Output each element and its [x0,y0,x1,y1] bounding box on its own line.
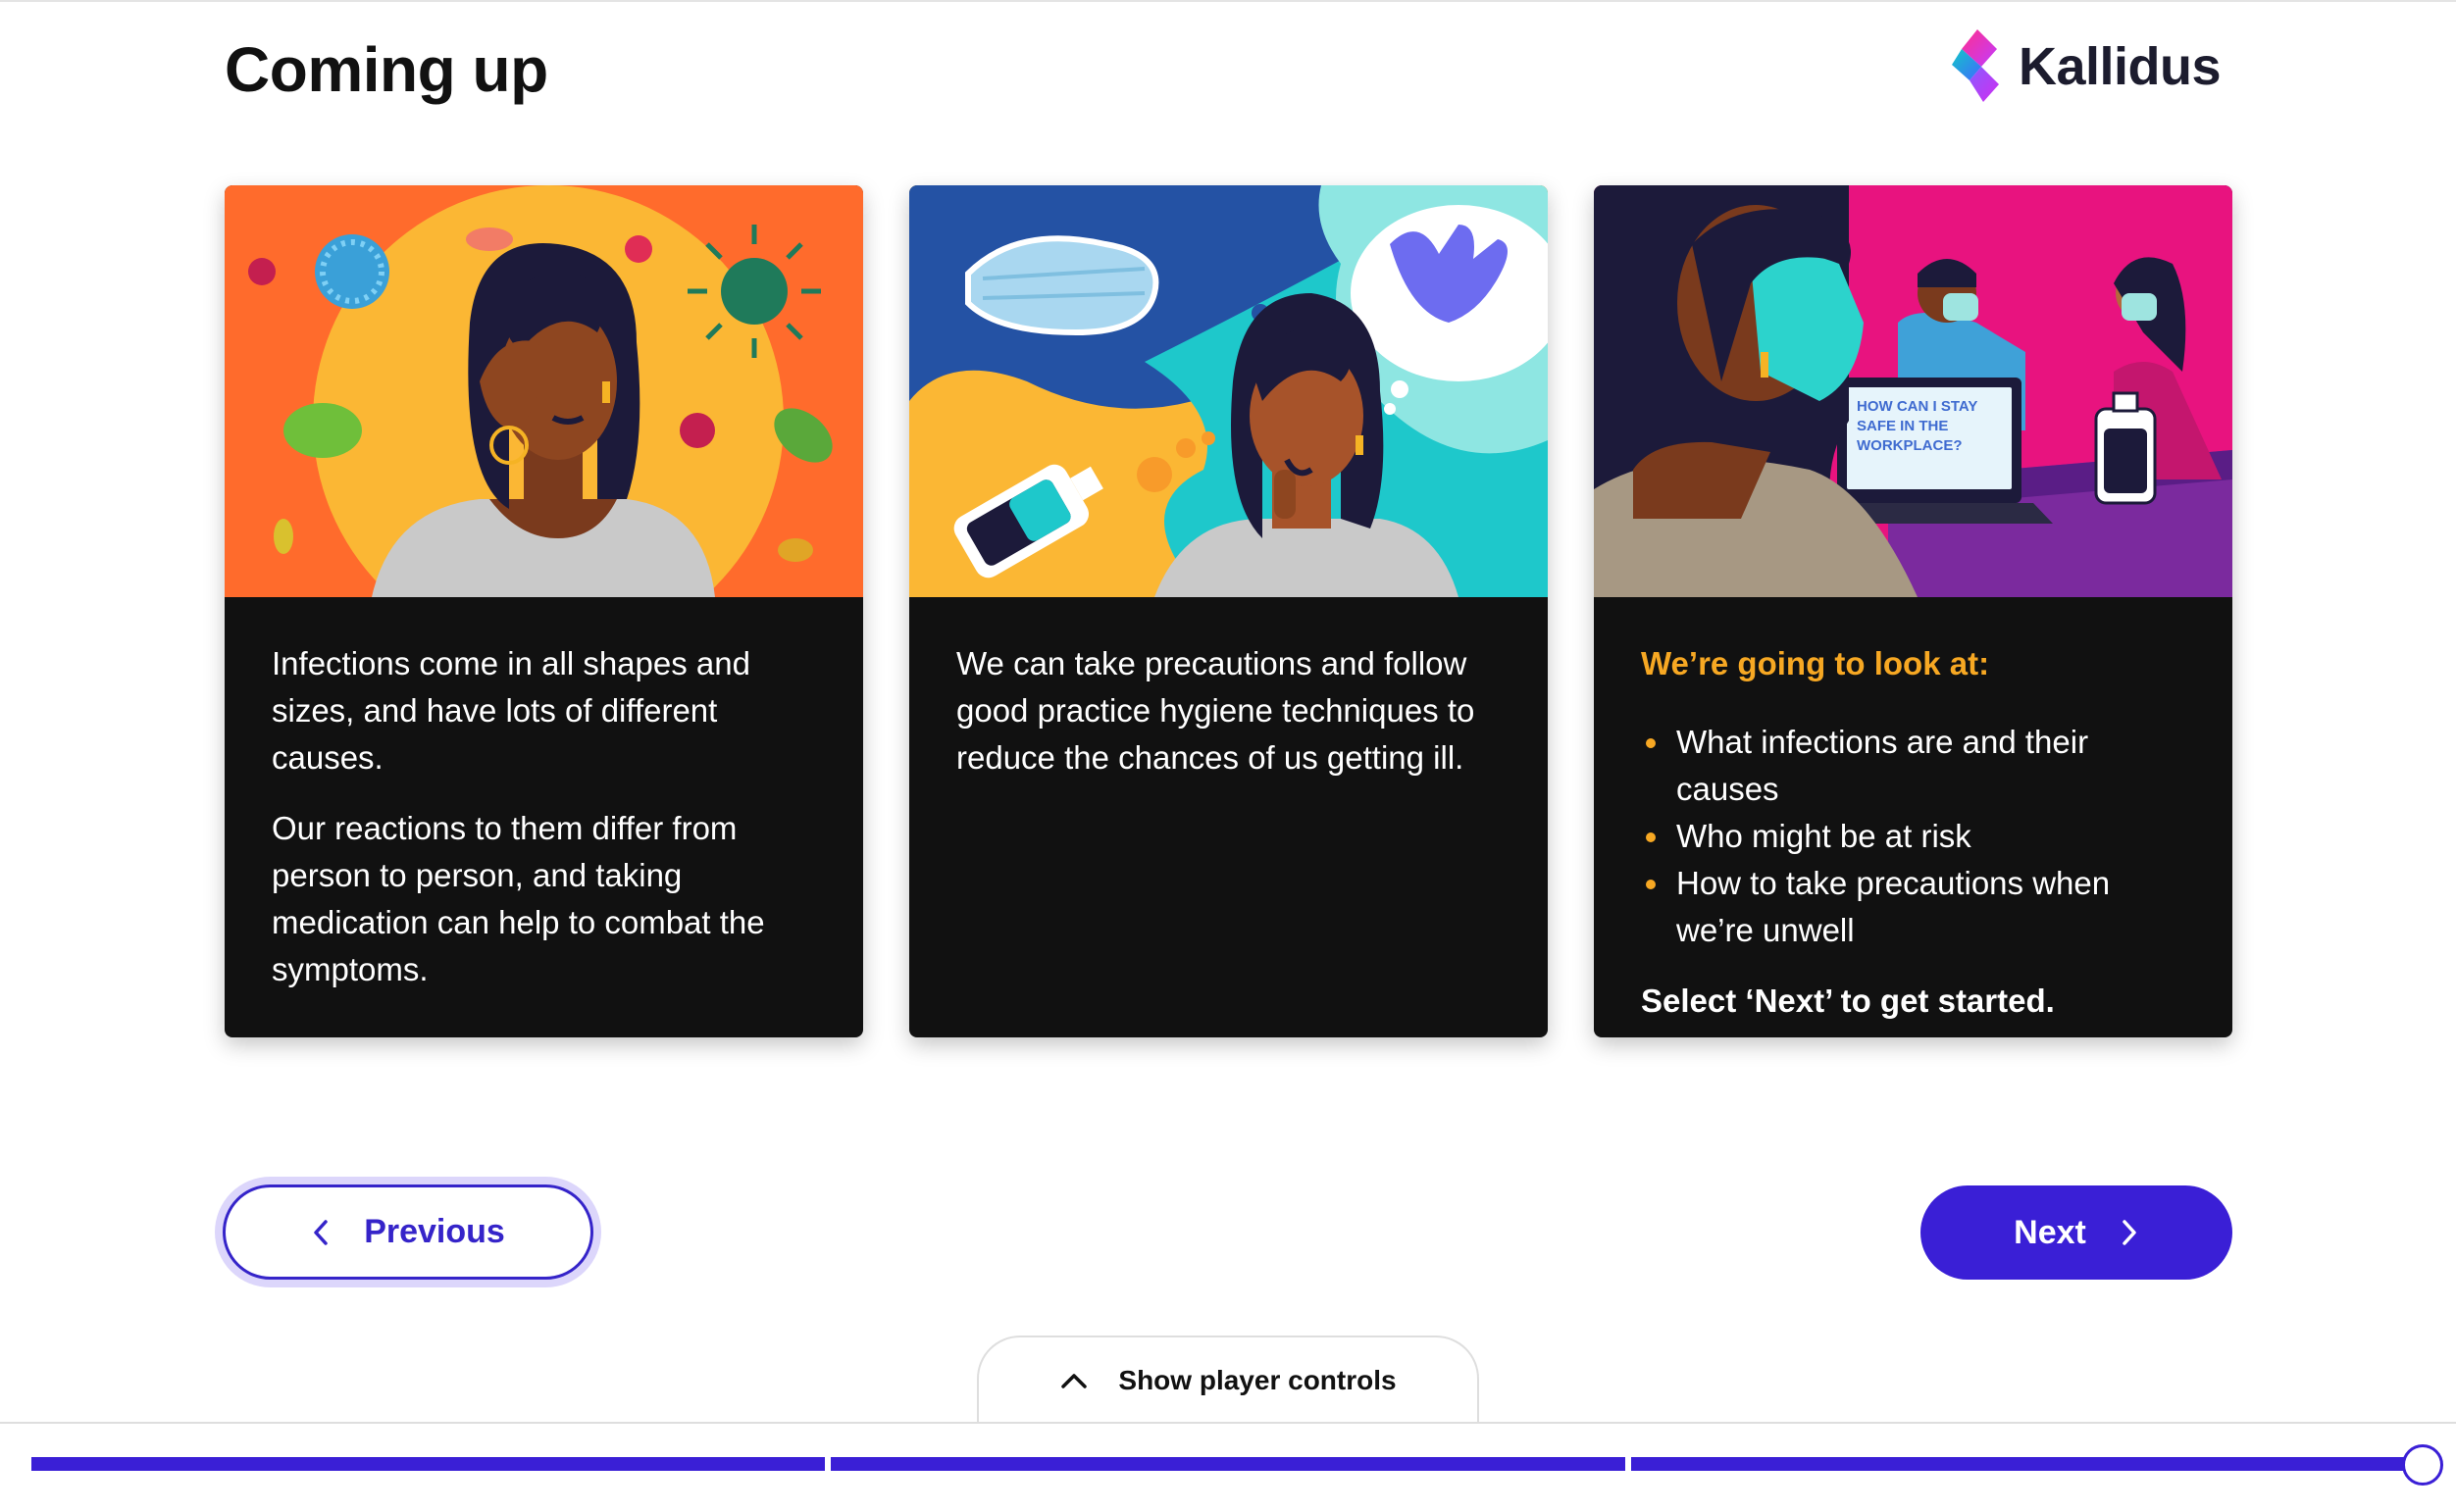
next-button-label: Next [2014,1213,2086,1251]
page-title: Coming up [225,34,548,105]
chevron-right-icon [2120,1218,2139,1247]
card-paragraph: We can take precautions and follow good … [956,645,1475,776]
list-item: How to take precautions when we’re unwel… [1641,860,2185,954]
progress-segment [1630,1457,2425,1471]
germs-illustration [225,185,863,597]
progress-track[interactable] [31,1457,2425,1473]
top-divider [0,0,2456,2]
laptop-screen-text: HOW CAN I STAY [1857,398,1977,415]
card-illustration-workplace: HOW CAN I STAY SAFE IN THE WORKPLACE? [1594,185,2232,597]
chevron-up-icon [1059,1371,1089,1390]
card-overview: HOW CAN I STAY SAFE IN THE WORKPLACE? We… [1594,185,2232,1037]
show-player-controls-button[interactable]: Show player controls [977,1336,1479,1424]
progress-scrubber-handle[interactable] [2402,1444,2443,1486]
list-item: Who might be at risk [1641,813,2185,860]
get-started-instruction: Select ‘Next’ to get started. [1641,983,2055,1019]
card-text: We’re going to look at: What infections … [1594,597,2232,1025]
card-paragraph: Infections come in all shapes and sizes,… [272,645,750,776]
topic-list: What infections are and their causes Who… [1641,719,2185,954]
workplace-illustration: HOW CAN I STAY SAFE IN THE WORKPLACE? [1594,185,2232,597]
previous-button[interactable]: Previous [223,1184,593,1280]
card-infections: Infections come in all shapes and sizes,… [225,185,863,1037]
progress-segment [31,1457,826,1471]
card-text: We can take precautions and follow good … [909,597,1548,781]
card-illustration-germs [225,185,863,597]
kallidus-logo: Kallidus [1948,25,2222,108]
list-item: What infections are and their causes [1641,719,2185,813]
overview-heading: We’re going to look at: [1641,645,1990,681]
kallidus-logo-icon [1952,29,1999,102]
mask-illustration [909,185,1548,597]
previous-button-label: Previous [364,1213,505,1250]
svg-text:SAFE IN THE: SAFE IN THE [1857,418,1948,434]
progress-segment [831,1457,1625,1471]
previous-button-focus-ring: Previous [215,1177,601,1287]
player-divider [0,1422,2456,1424]
card-paragraph: Our reactions to them differ from person… [272,810,765,987]
show-player-controls-label: Show player controls [1118,1365,1397,1395]
svg-text:WORKPLACE?: WORKPLACE? [1857,437,1963,454]
card-text: Infections come in all shapes and sizes,… [225,597,863,993]
logo-text: Kallidus [2019,37,2222,96]
card-precautions: We can take precautions and follow good … [909,185,1548,1037]
chevron-left-icon [311,1218,331,1247]
card-illustration-mask [909,185,1548,597]
next-button[interactable]: Next [1920,1185,2232,1280]
